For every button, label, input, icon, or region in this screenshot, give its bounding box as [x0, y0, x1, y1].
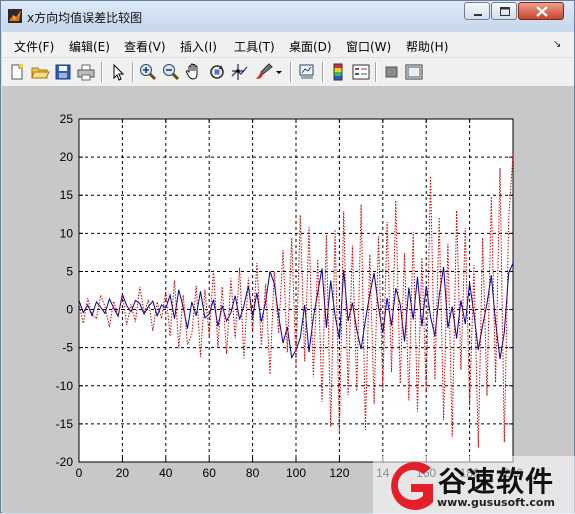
- insert-colorbar-button[interactable]: [328, 62, 348, 82]
- plot-area[interactable]: 02040608010012014160180200-20-15-10-5051…: [2, 86, 574, 513]
- figure-canvas: 02040608010012014160180200-20-15-10-5051…: [2, 86, 574, 513]
- zoom-out-button[interactable]: [161, 62, 181, 82]
- hand-pan-icon: [185, 63, 198, 80]
- minimize-button[interactable]: [464, 2, 490, 20]
- y-tick-label: -15: [56, 417, 74, 431]
- menu-tools[interactable]: 工具(T): [234, 38, 275, 55]
- dock-arrow-icon[interactable]: ↘: [553, 39, 561, 50]
- printer-icon: [77, 64, 95, 81]
- zoom-in-icon: [140, 64, 157, 81]
- insert-legend-button[interactable]: [351, 62, 371, 82]
- figure-toolbar: [2, 57, 574, 87]
- hide-plot-tools-button[interactable]: [382, 62, 402, 82]
- y-tick-label: 0: [66, 303, 73, 317]
- x-tick-label: 100: [286, 466, 306, 480]
- menu-insert[interactable]: 插入(I): [180, 38, 217, 55]
- link-plot-icon: [299, 64, 314, 79]
- x-tick-label: 40: [159, 466, 173, 480]
- save-figure-button[interactable]: [53, 62, 73, 82]
- link-plot-button[interactable]: [297, 62, 317, 82]
- y-tick-label: -20: [56, 455, 74, 469]
- toolbar-separator: [290, 62, 292, 82]
- y-tick-label: 20: [60, 150, 74, 164]
- new-figure-button[interactable]: [7, 62, 27, 82]
- toolbar-separator: [375, 62, 377, 82]
- edit-plot-button[interactable]: [108, 62, 128, 82]
- matlab-icon: [8, 9, 22, 23]
- data-cursor-icon: [231, 64, 248, 80]
- minimize-icon: [474, 14, 482, 16]
- x-tick-label: 80: [246, 466, 260, 480]
- close-button[interactable]: [518, 2, 564, 20]
- y-tick-label: 5: [66, 264, 73, 278]
- new-file-icon: [11, 63, 24, 80]
- axes-box[interactable]: [78, 118, 514, 463]
- brush-icon: [256, 63, 273, 79]
- y-tick-label: -5: [62, 341, 73, 355]
- zoom-in-button[interactable]: [138, 62, 158, 82]
- x-tick-label: 20: [116, 466, 130, 480]
- watermark-url: www.gususoft.com: [437, 496, 555, 509]
- open-folder-icon: [31, 67, 50, 79]
- y-tick-label: 15: [60, 188, 74, 202]
- open-file-button[interactable]: [30, 62, 50, 82]
- brush-dropdown-button[interactable]: [274, 62, 284, 82]
- y-tick-label: -10: [56, 379, 74, 393]
- title-bar[interactable]: x方向均值误差比较图: [1, 1, 574, 31]
- figure-window: x方向均值误差比较图 文件(F) 编辑(E) 查看(V) 插入(I) 工具(T)…: [0, 0, 575, 514]
- show-plot-tools-button[interactable]: [404, 62, 424, 82]
- print-figure-button[interactable]: [76, 62, 96, 82]
- save-disk-icon: [55, 64, 71, 80]
- colorbar-icon: [333, 63, 343, 81]
- watermark-brand: 谷速软件: [438, 465, 555, 498]
- menu-view[interactable]: 查看(V): [124, 38, 166, 55]
- hide-plot-tools-icon: [385, 66, 398, 78]
- show-plot-tools-icon: [405, 64, 423, 80]
- rotate-3d-icon: [210, 65, 224, 79]
- toolbar-separator: [132, 62, 134, 82]
- toolbar-separator: [101, 62, 103, 82]
- toolbar-separator: [322, 62, 324, 82]
- chevron-down-icon: [276, 71, 282, 74]
- menu-desktop[interactable]: 桌面(D): [289, 38, 332, 55]
- menu-edit[interactable]: 编辑(E): [69, 38, 110, 55]
- pan-button[interactable]: [184, 62, 204, 82]
- menu-file[interactable]: 文件(F): [14, 38, 54, 55]
- menu-bar: 文件(F) 编辑(E) 查看(V) 插入(I) 工具(T) 桌面(D) 窗口(W…: [2, 32, 574, 57]
- close-icon: [536, 6, 548, 17]
- rotate-3d-button[interactable]: [207, 62, 227, 82]
- brush-button[interactable]: [254, 62, 274, 82]
- x-tick-label: 0: [76, 466, 83, 480]
- maximize-button[interactable]: [491, 2, 517, 20]
- data-cursor-button[interactable]: [230, 62, 250, 82]
- arrow-pointer-icon: [113, 63, 125, 81]
- y-tick-label: 25: [60, 112, 74, 126]
- menu-help[interactable]: 帮助(H): [406, 38, 448, 55]
- x-tick-label: 120: [329, 466, 349, 480]
- legend-icon: [352, 64, 370, 80]
- window-title: x方向均值误差比较图: [27, 11, 143, 25]
- maximize-icon: [500, 7, 510, 16]
- y-tick-label: 10: [60, 226, 74, 240]
- zoom-out-icon: [163, 64, 180, 81]
- x-tick-label: 60: [203, 466, 217, 480]
- menu-window[interactable]: 窗口(W): [346, 38, 391, 55]
